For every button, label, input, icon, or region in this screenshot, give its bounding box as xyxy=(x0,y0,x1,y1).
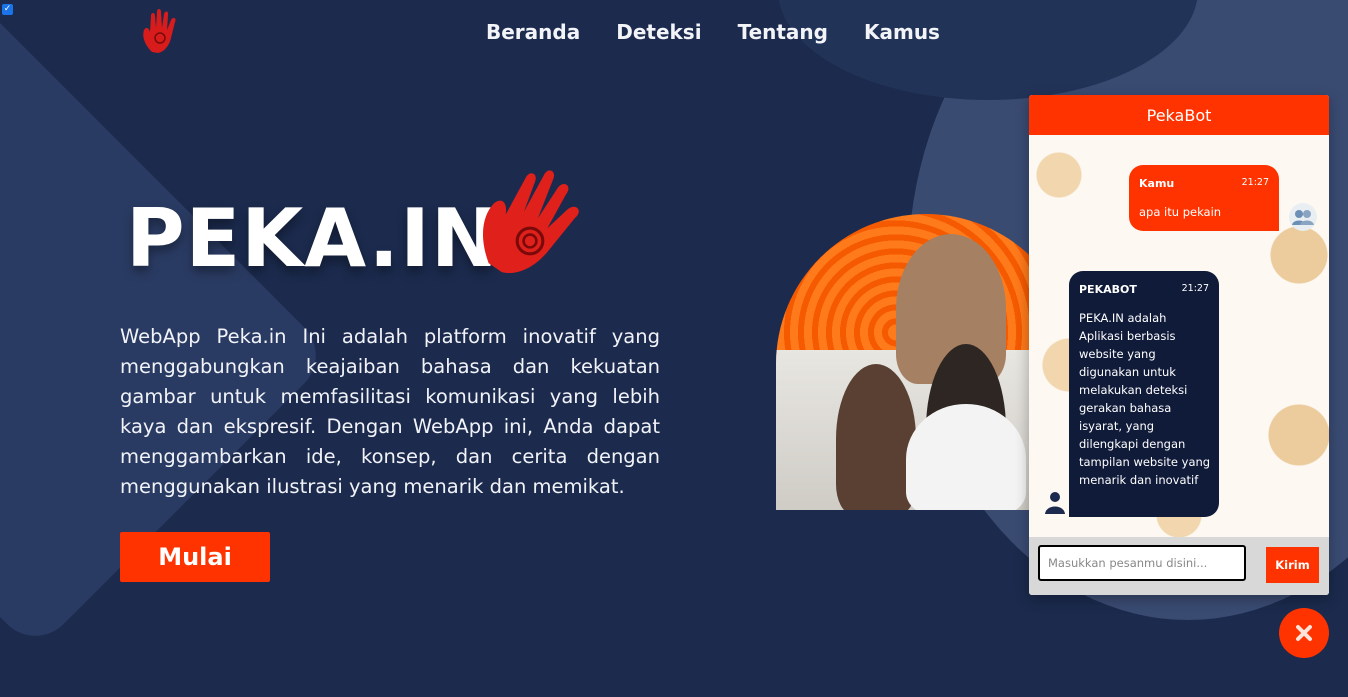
message-sender: PEKABOT xyxy=(1079,283,1137,296)
users-icon xyxy=(1289,203,1317,231)
nav-kamus[interactable]: Kamus xyxy=(864,20,940,44)
nav-beranda[interactable]: Beranda xyxy=(486,20,580,44)
hero-description: WebApp Peka.in Ini adalah platform inova… xyxy=(120,325,660,498)
message-text: apa itu pekain xyxy=(1139,205,1222,219)
person-photo xyxy=(836,364,916,510)
close-icon[interactable] xyxy=(1279,608,1329,658)
bot-avatar-icon xyxy=(1041,487,1069,515)
user-message: Kamu 21:27 apa itu pekain xyxy=(1129,165,1279,231)
red-hand-icon[interactable] xyxy=(140,8,180,54)
bot-message: PEKABOT 21:27 PEKA.IN adalah Aplikasi be… xyxy=(1069,271,1219,517)
message-text: PEKA.IN adalah Aplikasi berbasis website… xyxy=(1079,311,1211,487)
chat-header: PekaBot xyxy=(1029,95,1329,135)
person-photo xyxy=(906,404,1026,510)
nav-deteksi[interactable]: Deteksi xyxy=(616,20,701,44)
red-hand-icon xyxy=(478,164,582,282)
message-time: 21:27 xyxy=(1181,283,1209,294)
nav-tentang[interactable]: Tentang xyxy=(738,20,828,44)
chat-messages[interactable]: Kamu 21:27 apa itu pekain PEKABOT 21:27 … xyxy=(1029,135,1329,537)
hero-title: PEKA.IN xyxy=(126,192,499,285)
chat-window: PekaBot Kamu 21:27 apa itu pekain PEKABO… xyxy=(1029,95,1329,595)
checkbox[interactable]: ✓ xyxy=(2,4,13,15)
message-time: 21:27 xyxy=(1241,177,1269,188)
send-button[interactable]: Kirim xyxy=(1266,547,1319,583)
start-button[interactable]: Mulai xyxy=(120,532,270,582)
message-sender: Kamu xyxy=(1139,177,1175,190)
main-nav: Beranda Deteksi Tentang Kamus xyxy=(486,20,940,44)
chat-footer: Kirim xyxy=(1029,537,1329,595)
message-input[interactable] xyxy=(1038,545,1246,581)
navbar: ✓ Beranda Deteksi Tentang Kamus xyxy=(0,0,1348,66)
